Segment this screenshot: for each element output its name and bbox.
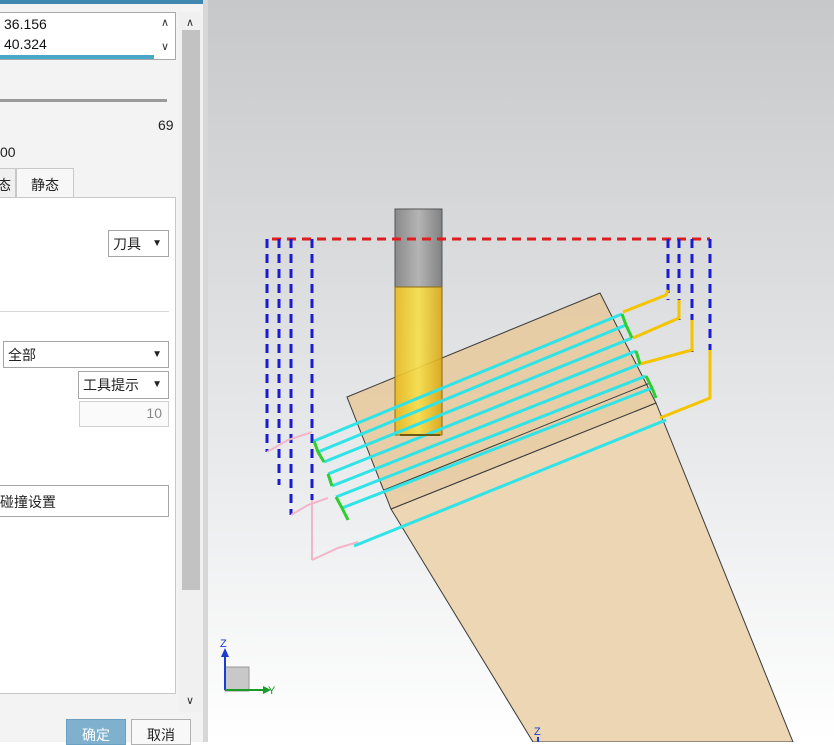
tab-content-area: [0, 197, 176, 694]
tool-select[interactable]: 刀具 ▼: [108, 230, 169, 257]
filter-select-value: 全部: [8, 347, 36, 363]
tool-holder: [394, 208, 443, 288]
scroll-up-icon[interactable]: ∧: [186, 16, 194, 29]
tab-dynamic[interactable]: 态: [0, 168, 16, 198]
tab-static[interactable]: 静态: [16, 168, 74, 198]
dropdown-caret-icon: ▼: [152, 349, 162, 360]
triad-z-label: Z: [220, 638, 227, 650]
tooltip-select-value: 工具提示: [83, 377, 139, 393]
dropdown-caret-icon: ▼: [152, 238, 162, 249]
slider-value: 69: [158, 117, 174, 133]
ok-button[interactable]: 确定: [66, 719, 126, 745]
operation-dialog: 36.156 40.324 ∧ ∨ 69 00 态 静态 刀具 ▼ 全部 ▼ 工…: [0, 0, 208, 745]
rapid-moves-left: [265, 239, 314, 515]
list-value-1[interactable]: 36.156: [4, 16, 47, 32]
cancel-button[interactable]: 取消: [131, 719, 191, 745]
axis-triad: [221, 648, 271, 694]
graphics-viewport[interactable]: Z Y Z: [208, 0, 834, 742]
scroll-down-icon[interactable]: ∨: [186, 694, 194, 707]
collision-settings-button[interactable]: 碰撞设置: [0, 485, 169, 517]
speed-value: 00: [0, 144, 16, 160]
scrollbar-thumb[interactable]: [182, 30, 200, 590]
title-accent-bar: [0, 0, 207, 4]
tooltip-select[interactable]: 工具提示 ▼: [78, 371, 169, 399]
number-field[interactable]: 10: [79, 401, 169, 427]
list-value-2[interactable]: 40.324: [4, 36, 47, 52]
chevron-up-icon[interactable]: ∧: [161, 16, 169, 29]
slider-track[interactable]: [0, 99, 167, 102]
list-selection-bar: [0, 55, 154, 59]
filter-select[interactable]: 全部 ▼: [3, 341, 169, 368]
tool-cutter: [394, 286, 443, 436]
scene-svg: Z Y Z: [220, 208, 794, 742]
dropdown-caret-icon: ▼: [152, 379, 162, 390]
triad-y-label: Y: [268, 685, 276, 697]
bottom-z-label: Z: [534, 726, 541, 738]
chevron-down-icon[interactable]: ∨: [161, 40, 169, 53]
section-divider: [0, 311, 169, 312]
tool-select-value: 刀具: [113, 236, 141, 252]
triad-cube: [224, 666, 250, 692]
value-listbox[interactable]: 36.156 40.324 ∧ ∨: [0, 12, 176, 60]
